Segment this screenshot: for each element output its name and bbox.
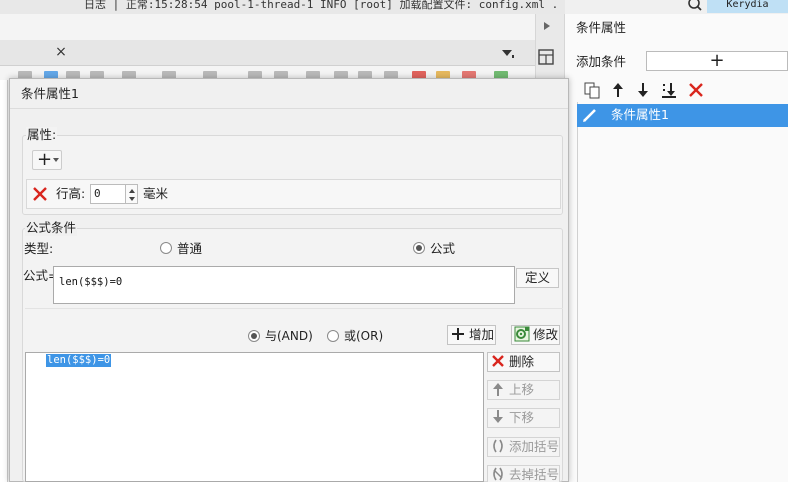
move-up-button-label: 上移 (509, 382, 535, 397)
chevron-down-icon (53, 158, 59, 162)
log-bar: 日志 | 正常:15:28:54 pool-1-thread-1 INFO [r… (0, 0, 565, 14)
dialog-title: 条件属性1 (21, 86, 79, 101)
formula-condition-label: 公式条件 (25, 220, 78, 236)
expression-list-item[interactable]: len($$$)=0 (46, 354, 112, 367)
delete-button[interactable]: 删除 (487, 352, 560, 372)
type-normal-radio[interactable] (160, 242, 172, 254)
move-up-button[interactable]: 上移 (487, 380, 560, 400)
move-down-button[interactable]: 下移 (487, 408, 560, 428)
search-icon[interactable] (686, 0, 706, 12)
add-bracket-button-label: 添加括号 (509, 439, 560, 454)
pencil-icon (580, 106, 600, 125)
modify-button-label: 修改 (533, 327, 559, 342)
panel-title: 条件属性 (576, 20, 627, 35)
row-height-input[interactable]: 0 (90, 184, 126, 204)
add-attribute-button[interactable]: + (32, 150, 62, 170)
arrow-down-icon[interactable] (634, 81, 652, 99)
formula-input[interactable]: len($$$)=0 (53, 266, 515, 304)
remove-bracket-icon (490, 466, 506, 482)
delete-icon[interactable] (687, 81, 705, 99)
type-label: 类型: (24, 241, 54, 256)
row-ruler (0, 80, 8, 482)
tab-menu-icon[interactable] (500, 46, 516, 60)
expression-list[interactable] (25, 352, 484, 482)
divider (25, 308, 563, 309)
dialog-title-divider (10, 108, 568, 109)
remove-attribute-icon[interactable] (32, 186, 48, 202)
condition-item-label: 条件属性1 (611, 107, 669, 122)
tab-strip (0, 40, 535, 66)
plus-icon: + (37, 149, 53, 170)
type-formula-radio[interactable] (413, 242, 425, 254)
delete-icon (490, 353, 506, 369)
logic-or-radio[interactable] (327, 330, 339, 342)
type-formula-label[interactable]: 公式 (430, 241, 455, 257)
add-condition-button[interactable]: + (646, 51, 788, 71)
row-height-unit: 毫米 (143, 186, 169, 201)
logic-and-radio[interactable] (248, 330, 260, 342)
add-button-label: 增加 (469, 327, 495, 342)
user-badge[interactable]: Kerydia (707, 0, 788, 13)
modify-button[interactable]: 修改 (511, 325, 560, 345)
attribute-group-label: 属性: (26, 127, 58, 143)
remove-bracket-button[interactable]: 去掉括号 (487, 465, 560, 482)
row-height-label: 行高: (56, 186, 86, 201)
add-bracket-button[interactable]: 添加括号 (487, 437, 560, 457)
modify-icon (514, 326, 530, 342)
condition-list-item[interactable] (577, 104, 788, 127)
panel-divider (577, 102, 578, 482)
logic-or-label[interactable]: 或(OR) (344, 328, 383, 344)
row-height-stepper[interactable] (126, 184, 138, 204)
move-bottom-icon[interactable] (660, 81, 678, 99)
define-button[interactable]: 定义 (516, 268, 559, 288)
delete-button-label: 删除 (509, 354, 535, 369)
cell-attribute-icon[interactable] (537, 48, 555, 66)
logic-and-label[interactable]: 与(AND) (265, 328, 313, 344)
plus-icon (450, 326, 466, 342)
arrow-up-icon[interactable] (609, 81, 627, 99)
chevron-right-icon[interactable] (541, 20, 553, 32)
close-icon[interactable]: × (54, 44, 68, 60)
bracket-icon (490, 438, 506, 454)
arrow-down-icon (490, 409, 506, 425)
type-normal-label[interactable]: 普通 (177, 241, 202, 257)
add-condition-label: 添加条件 (576, 54, 627, 69)
copy-icon[interactable] (583, 81, 601, 99)
log-text: 日志 | 正常:15:28:54 pool-1-thread-1 INFO [r… (84, 0, 559, 11)
move-down-button-label: 下移 (509, 410, 535, 425)
add-button[interactable]: 增加 (447, 325, 496, 345)
arrow-up-icon (490, 381, 506, 397)
remove-bracket-button-label: 去掉括号 (509, 467, 560, 482)
